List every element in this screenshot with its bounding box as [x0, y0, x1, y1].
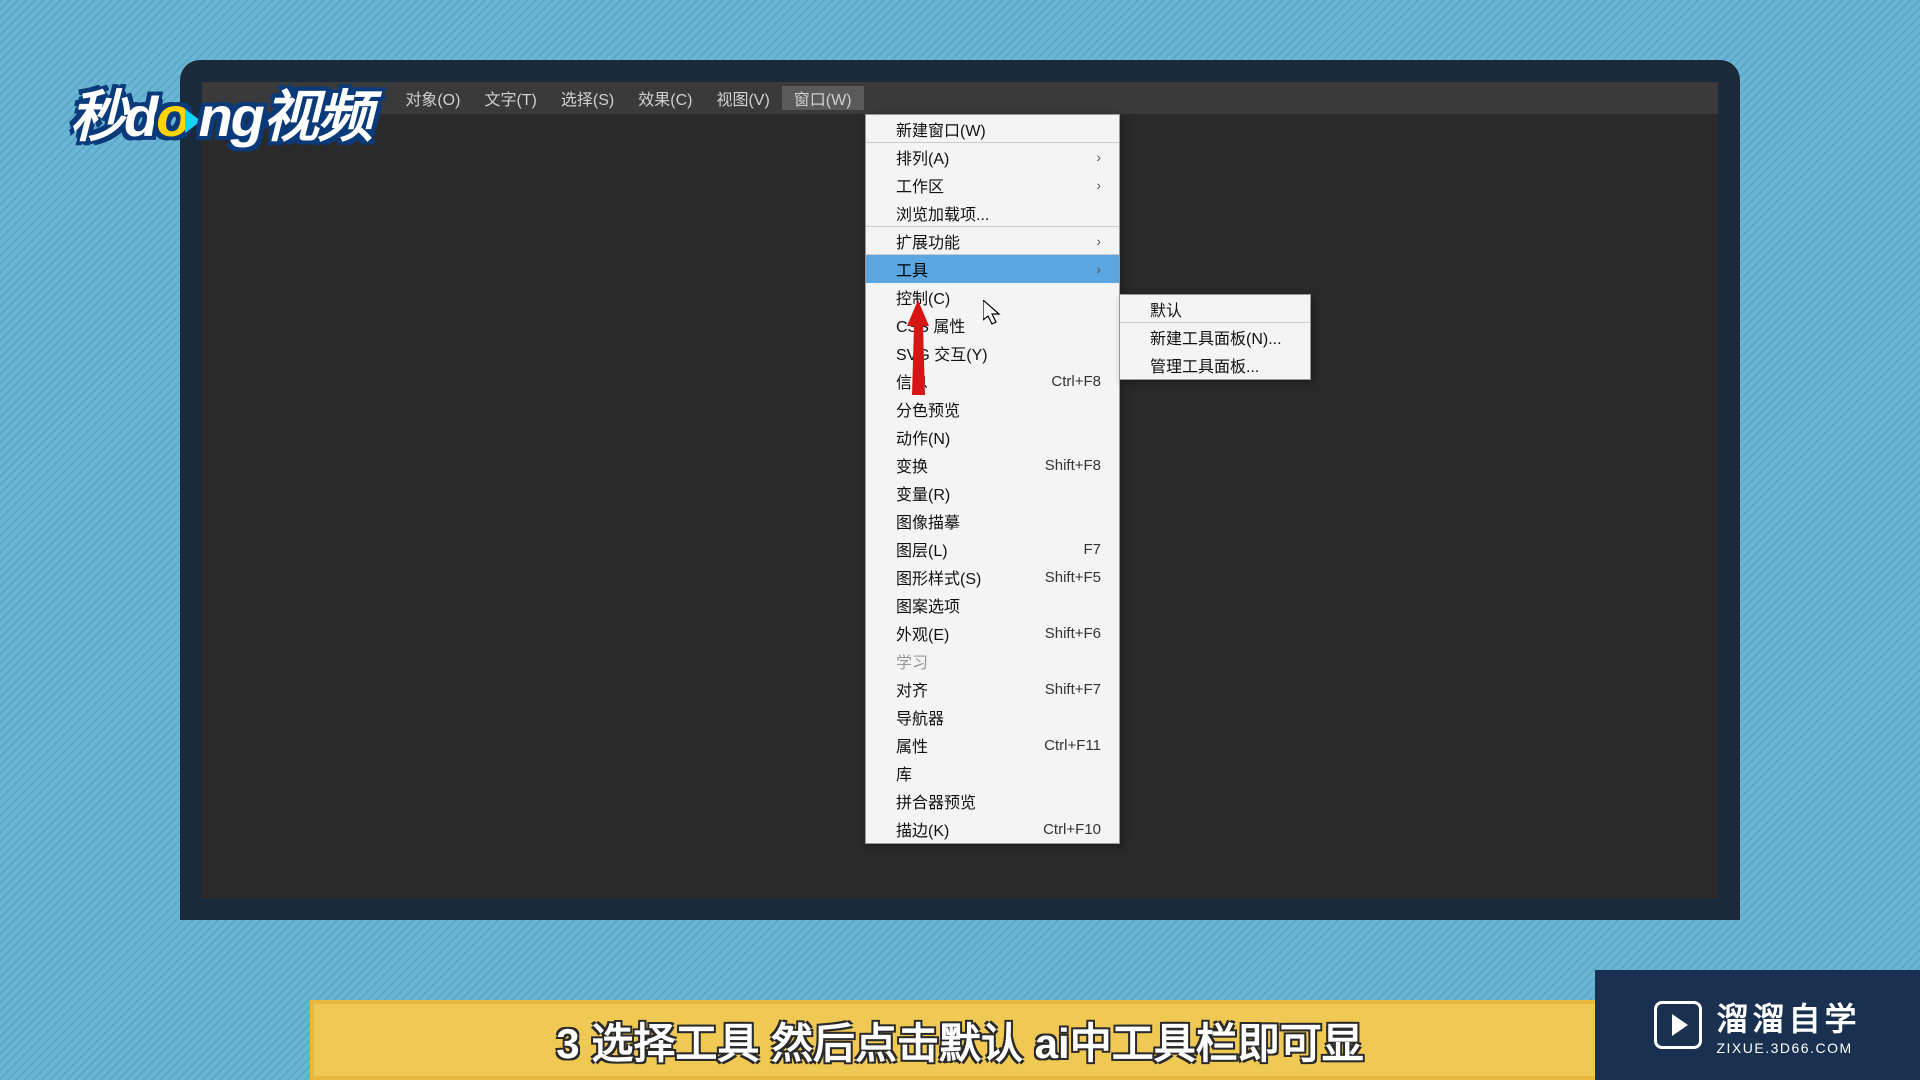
menu-item-label: 图案选项 — [896, 593, 960, 617]
menu-item[interactable]: 变换 Shift+F8 — [866, 451, 1119, 479]
menu-item[interactable]: 工具 › — [866, 255, 1119, 283]
app-screen: 辑(E) 对象(O) 文字(T) 选择(S) 效果(C) 视图(V) 窗口(W)… — [202, 82, 1718, 898]
menu-item[interactable]: 导航器 — [866, 703, 1119, 731]
menu-item[interactable]: 外观(E) Shift+F6 — [866, 619, 1119, 647]
menu-item-label: 工具 — [896, 257, 928, 281]
menu-item[interactable]: 控制(C) — [866, 283, 1119, 311]
menu-item[interactable]: 浏览加载项... — [866, 199, 1119, 227]
chevron-right-icon: › — [1096, 177, 1101, 193]
menu-item[interactable]: 学习 — [866, 647, 1119, 675]
menu-item[interactable]: 排列(A) › — [866, 143, 1119, 171]
menu-item-label: 图形样式(S) — [896, 565, 981, 589]
menu-item-label: 学习 — [896, 649, 928, 673]
submenu-item[interactable]: 管理工具面板... — [1120, 351, 1310, 379]
menu-shortcut: Shift+F6 — [1045, 625, 1101, 642]
menu-item[interactable]: 图形样式(S) Shift+F5 — [866, 563, 1119, 591]
menu-item-label: 对齐 — [896, 677, 928, 701]
menu-item-label: 动作(N) — [896, 425, 950, 449]
menu-bar[interactable]: 辑(E) 对象(O) 文字(T) 选择(S) 效果(C) 视图(V) 窗口(W) — [202, 82, 1718, 114]
menu-item-label: 扩展功能 — [896, 229, 960, 253]
menu-item[interactable]: 图像描摹 — [866, 507, 1119, 535]
monitor-frame: 辑(E) 对象(O) 文字(T) 选择(S) 效果(C) 视图(V) 窗口(W)… — [180, 60, 1740, 920]
menu-item[interactable]: 变量(R) — [866, 479, 1119, 507]
menu-item-label: 分色预览 — [896, 397, 960, 421]
brand-play-icon — [1654, 1001, 1702, 1049]
menu-item[interactable]: 工作区 › — [866, 171, 1119, 199]
watermark-logo: 秒dong视频 — [70, 72, 371, 153]
menu-item[interactable]: 描边(K) Ctrl+F10 — [866, 815, 1119, 843]
menu-item[interactable]: 扩展功能 › — [866, 227, 1119, 255]
menu-shortcut: Shift+F7 — [1045, 681, 1101, 698]
menu-item-label: 库 — [896, 761, 912, 785]
menu-item-label: CSS 属性 — [896, 313, 965, 337]
brand-url: ZIXUE.3D66.COM — [1716, 1040, 1852, 1056]
brand-title: 溜溜自学 — [1716, 994, 1860, 1040]
menu-item-label: 排列(A) — [896, 145, 949, 169]
menu-item[interactable]: 库 — [866, 759, 1119, 787]
menu-item-label: 新建窗口(W) — [896, 117, 986, 141]
menu-shortcut: Shift+F8 — [1045, 457, 1101, 474]
menu-shortcut: Shift+F5 — [1045, 569, 1101, 586]
menu-item[interactable]: 图案选项 — [866, 591, 1119, 619]
menu-item[interactable]: 信息 Ctrl+F8 — [866, 367, 1119, 395]
tools-submenu[interactable]: 默认新建工具面板(N)... 管理工具面板... — [1119, 294, 1311, 380]
menu-window[interactable]: 窗口(W) — [782, 86, 864, 110]
menu-item-label: 变换 — [896, 453, 928, 477]
menu-text[interactable]: 文字(T) — [472, 86, 548, 110]
menu-item-label: 信息 — [896, 369, 928, 393]
menu-item[interactable]: 新建窗口(W) — [866, 115, 1119, 143]
menu-item[interactable]: 分色预览 — [866, 395, 1119, 423]
caption-text: 3 选择工具 然后点击默认 ai中工具栏即可显 — [556, 1010, 1363, 1071]
menu-item-label: 图像描摹 — [896, 509, 960, 533]
menu-item-label: 控制(C) — [896, 285, 950, 309]
menu-item[interactable]: 动作(N) — [866, 423, 1119, 451]
menu-effect[interactable]: 效果(C) — [626, 86, 704, 110]
menu-item-label: 描边(K) — [896, 817, 949, 841]
menu-item-label: 拼合器预览 — [896, 789, 976, 813]
menu-item[interactable]: 对齐 Shift+F7 — [866, 675, 1119, 703]
menu-item[interactable]: CSS 属性 — [866, 311, 1119, 339]
menu-object[interactable]: 对象(O) — [393, 86, 472, 110]
menu-item-label: 外观(E) — [896, 621, 949, 645]
menu-shortcut: Ctrl+F8 — [1051, 373, 1101, 390]
menu-item[interactable]: 属性 Ctrl+F11 — [866, 731, 1119, 759]
menu-item-label: 图层(L) — [896, 537, 948, 561]
window-menu-dropdown[interactable]: 新建窗口(W) 排列(A) › 工作区 › 浏览加载项... 扩展功能 › 工具 › 控制(C) CS… — [865, 114, 1120, 844]
submenu-item-label: 新建工具面板(N)... — [1150, 325, 1282, 349]
chevron-right-icon: › — [1096, 149, 1101, 165]
menu-item-label: SVG 交互(Y) — [896, 341, 988, 365]
chevron-right-icon: › — [1096, 233, 1101, 249]
menu-shortcut: Ctrl+F10 — [1043, 821, 1101, 838]
menu-item-label: 工作区 — [896, 173, 944, 197]
menu-item-label: 变量(R) — [896, 481, 950, 505]
submenu-item[interactable]: 默认 — [1120, 295, 1310, 323]
menu-item-label: 属性 — [896, 733, 928, 757]
submenu-item-label: 管理工具面板... — [1150, 353, 1259, 377]
menu-item[interactable]: 图层(L) F7 — [866, 535, 1119, 563]
menu-view[interactable]: 视图(V) — [704, 86, 781, 110]
submenu-item-label: 默认 — [1150, 297, 1182, 321]
menu-item[interactable]: SVG 交互(Y) — [866, 339, 1119, 367]
menu-select[interactable]: 选择(S) — [549, 86, 626, 110]
submenu-item[interactable]: 新建工具面板(N)... — [1120, 323, 1310, 351]
brand-badge: 溜溜自学 ZIXUE.3D66.COM — [1595, 970, 1920, 1080]
caption-banner: 3 选择工具 然后点击默认 ai中工具栏即可显 — [310, 1000, 1610, 1080]
menu-item-label: 浏览加载项... — [896, 201, 989, 225]
menu-item[interactable]: 拼合器预览 — [866, 787, 1119, 815]
chevron-right-icon: › — [1096, 261, 1101, 277]
menu-item-label: 导航器 — [896, 705, 944, 729]
menu-shortcut: F7 — [1083, 541, 1101, 558]
menu-shortcut: Ctrl+F11 — [1044, 737, 1101, 754]
